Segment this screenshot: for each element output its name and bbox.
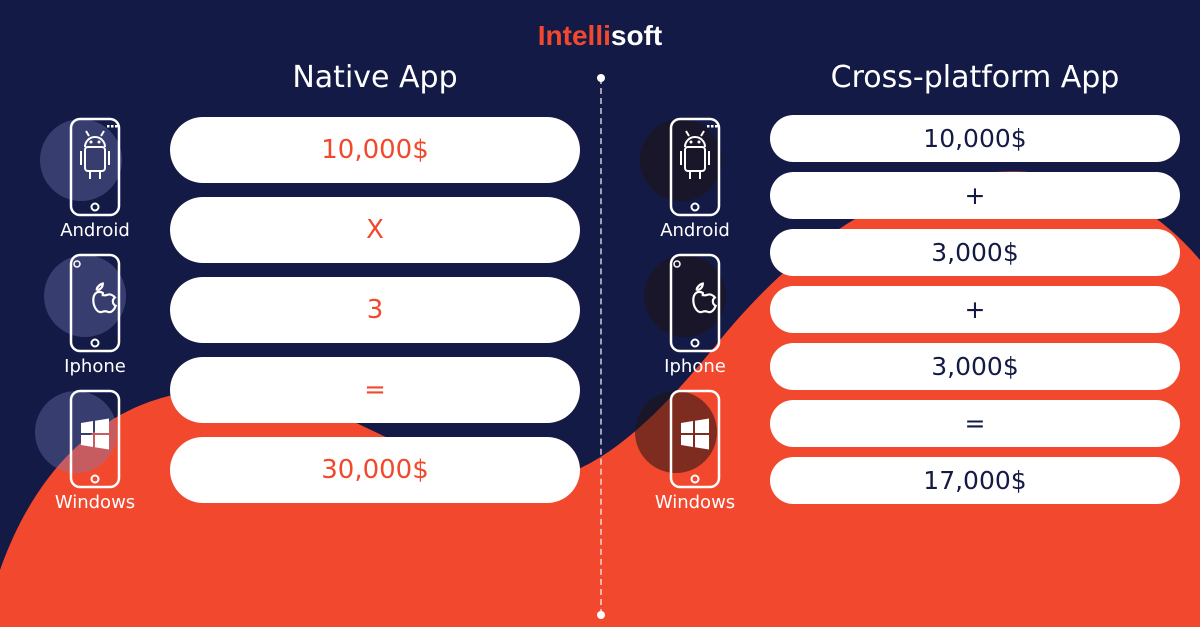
- iphone-icon: [665, 253, 725, 353]
- cross-plus-1: +: [770, 172, 1180, 219]
- cross-devices: Android Iphone: [620, 109, 770, 513]
- logo: Intellisoft: [538, 20, 662, 52]
- android-label: Android: [60, 220, 130, 241]
- cross-cost-1: 10,000$: [770, 115, 1180, 162]
- iphone-icon: [65, 253, 125, 353]
- windows-device: Windows: [55, 389, 135, 513]
- cross-total: 17,000$: [770, 457, 1180, 504]
- android-label-r: Android: [660, 220, 730, 241]
- android-phone-icon: [65, 117, 125, 217]
- native-title: Native App: [170, 60, 580, 95]
- cross-plus-2: +: [770, 286, 1180, 333]
- cross-title: Cross-platform App: [770, 60, 1180, 95]
- windows-label: Windows: [55, 492, 135, 513]
- android-device-r: Android: [660, 117, 730, 241]
- cross-equals: =: [770, 400, 1180, 447]
- windows-device-r: Windows: [655, 389, 735, 513]
- native-total: 30,000$: [170, 437, 580, 503]
- native-cost-1: 10,000$: [170, 117, 580, 183]
- windows-phone-icon: [65, 389, 125, 489]
- iphone-device-r: Iphone: [664, 253, 726, 377]
- native-count: 3: [170, 277, 580, 343]
- windows-phone-icon: [665, 389, 725, 489]
- windows-label-r: Windows: [655, 492, 735, 513]
- cross-cost-3: 3,000$: [770, 343, 1180, 390]
- native-equals: =: [170, 357, 580, 423]
- logo-accent: Intelli: [538, 20, 611, 51]
- center-divider: [600, 78, 602, 615]
- logo-main: soft: [611, 20, 662, 51]
- iphone-label: Iphone: [64, 356, 126, 377]
- cross-cost-2: 3,000$: [770, 229, 1180, 276]
- android-phone-icon: [665, 117, 725, 217]
- native-devices: Android Iphone: [20, 109, 170, 513]
- iphone-label-r: Iphone: [664, 356, 726, 377]
- iphone-device: Iphone: [64, 253, 126, 377]
- native-multiply: X: [170, 197, 580, 263]
- native-pills: 10,000$ X 3 = 30,000$: [170, 109, 580, 503]
- android-device: Android: [60, 117, 130, 241]
- cross-platform-column: Cross-platform App: [620, 60, 1180, 513]
- cross-pills: 10,000$ + 3,000$ + 3,000$ = 17,000$: [770, 109, 1180, 504]
- native-app-column: Native App: [20, 60, 580, 513]
